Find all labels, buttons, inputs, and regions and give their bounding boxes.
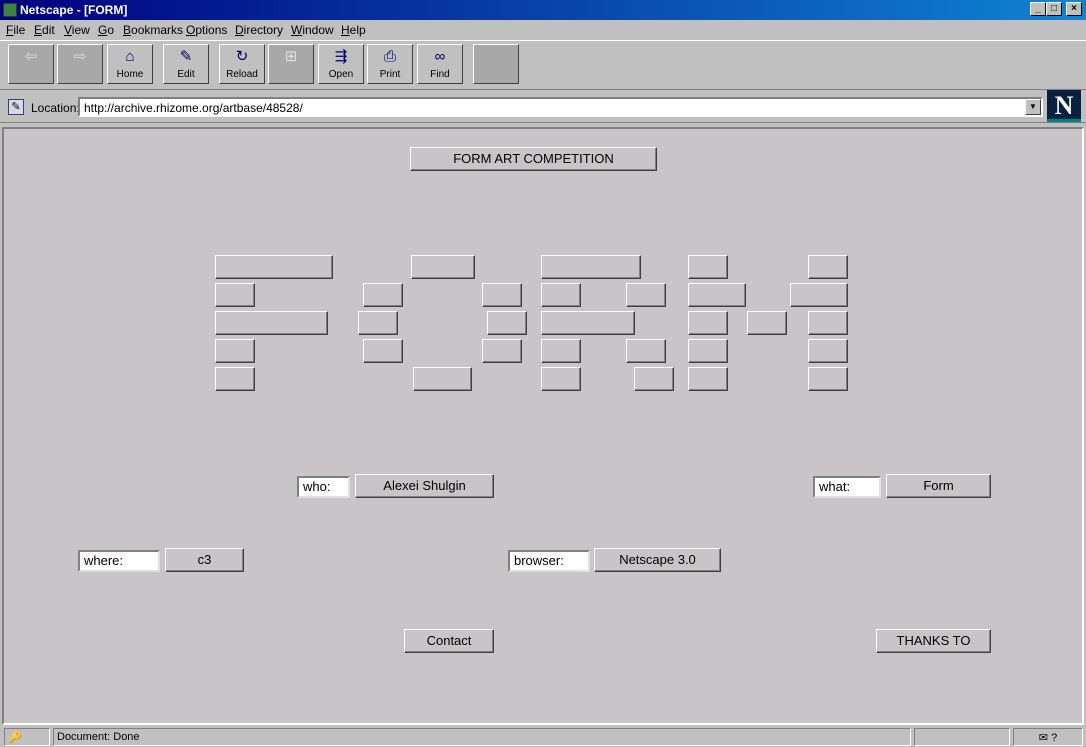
form-art-button[interactable] [363,283,403,307]
where-field[interactable]: where: [78,550,160,572]
open-icon: ⇶ [334,48,348,65]
form-art-button[interactable] [688,311,728,335]
form-art-button[interactable] [808,367,848,391]
stop-button[interactable] [473,44,519,84]
pencil-icon: ✎ [179,48,193,65]
who-button[interactable]: Alexei Shulgin [355,474,494,498]
location-label: Location: [31,101,80,115]
who-field[interactable]: who: [297,476,350,498]
form-art-button[interactable] [215,255,333,279]
form-art-button[interactable] [808,339,848,363]
form-art-button[interactable] [688,367,728,391]
form-art-button[interactable] [747,311,787,335]
menu-go[interactable]: Go [98,23,114,37]
title-bar: Netscape - [FORM] _ □ × [0,0,1086,20]
printer-icon: ⎙ [383,48,396,65]
back-button[interactable]: ⇦ [8,44,54,84]
form-art-button[interactable] [790,283,848,307]
progress-bar [914,728,1010,746]
location-dropdown-icon[interactable]: ▼ [1025,99,1041,115]
home-icon: ⌂ [125,48,135,65]
menu-directory[interactable]: Directory [235,23,283,37]
form-art-button[interactable] [541,255,641,279]
form-art-button[interactable] [688,339,728,363]
images-icon: ⊞ [284,48,298,65]
menu-file[interactable]: File [6,23,25,37]
mail-icon[interactable]: ✉ ? [1013,728,1083,746]
form-art-button[interactable] [688,283,746,307]
form-art-button[interactable] [411,255,475,279]
form-art-button[interactable] [215,339,255,363]
edit-button[interactable]: ✎ Edit [163,44,209,84]
browser-button[interactable]: Netscape 3.0 [594,548,721,572]
menu-window[interactable]: Window [291,23,334,37]
open-label: Open [328,69,354,80]
netscape-logo[interactable]: N [1047,90,1081,122]
find-button[interactable]: ∞ Find [417,44,463,84]
menu-options[interactable]: Options [186,23,227,37]
print-label: Print [379,69,401,80]
form-art-button[interactable] [487,311,527,335]
home-label: Home [116,69,144,80]
form-art-competition-button[interactable]: FORM ART COMPETITION [410,147,657,171]
form-art-button[interactable] [358,311,398,335]
form-art-button[interactable] [363,339,403,363]
find-label: Find [430,69,450,80]
security-icon[interactable]: 🔑 [4,728,50,746]
menu-bar: File Edit View Go Bookmarks Options Dire… [0,20,1086,40]
netscape-app-icon[interactable] [3,3,17,17]
status-bar: 🔑 Document: Done ✉ ? [0,726,1086,747]
form-art-button[interactable] [626,283,666,307]
reload-label: Reload [226,69,258,80]
close-button[interactable]: × [1066,2,1082,16]
form-art-button[interactable] [413,367,472,391]
form-art-button[interactable] [541,367,581,391]
back-arrow-icon: ⇦ [24,48,38,65]
form-art-button[interactable] [215,367,255,391]
form-art-button[interactable] [541,311,635,335]
location-bar: ✎ Location: http://archive.rhizome.org/a… [0,91,1086,123]
form-art-button[interactable] [541,339,581,363]
where-button[interactable]: c3 [165,548,244,572]
binoculars-icon: ∞ [434,48,446,65]
reload-icon: ↻ [235,48,249,65]
bookmark-icon[interactable]: ✎ [8,99,24,115]
page-content: FORM ART COMPETITION who: Alexei Shulgin… [2,127,1084,725]
form-art-button[interactable] [808,255,848,279]
location-input[interactable]: http://archive.rhizome.org/artbase/48528… [78,97,1043,117]
browser-field[interactable]: browser: [508,550,590,572]
toolbar: ⇦ ⇨ ⌂ Home ✎ Edit ↻ Reload ⊞ ⇶ Open ⎙ Pr… [0,40,1086,90]
menu-help[interactable]: Help [341,23,366,37]
what-button[interactable]: Form [886,474,991,498]
form-art-button[interactable] [215,311,328,335]
forward-button[interactable]: ⇨ [57,44,103,84]
form-art-button[interactable] [541,283,581,307]
menu-view[interactable]: View [64,23,90,37]
minimize-button[interactable]: _ [1030,2,1046,16]
home-button[interactable]: ⌂ Home [107,44,153,84]
what-field[interactable]: what: [813,476,881,498]
form-art-button[interactable] [215,283,255,307]
open-button[interactable]: ⇶ Open [318,44,364,84]
thanks-to-button[interactable]: THANKS TO [876,629,991,653]
form-art-button[interactable] [626,339,666,363]
form-art-button[interactable] [482,339,522,363]
contact-button[interactable]: Contact [404,629,494,653]
menu-edit[interactable]: Edit [34,23,55,37]
form-art-button[interactable] [688,255,728,279]
menu-bookmarks[interactable]: Bookmarks [123,23,183,37]
maximize-button[interactable]: □ [1046,2,1062,16]
status-text: Document: Done [53,728,911,746]
reload-button[interactable]: ↻ Reload [219,44,265,84]
window-title: Netscape - [FORM] [20,3,128,17]
form-art-button[interactable] [808,311,848,335]
form-art-button[interactable] [482,283,522,307]
print-button[interactable]: ⎙ Print [367,44,413,84]
images-button[interactable]: ⊞ [268,44,314,84]
forward-arrow-icon: ⇨ [73,48,87,65]
form-art-button[interactable] [634,367,674,391]
edit-label: Edit [177,69,195,80]
